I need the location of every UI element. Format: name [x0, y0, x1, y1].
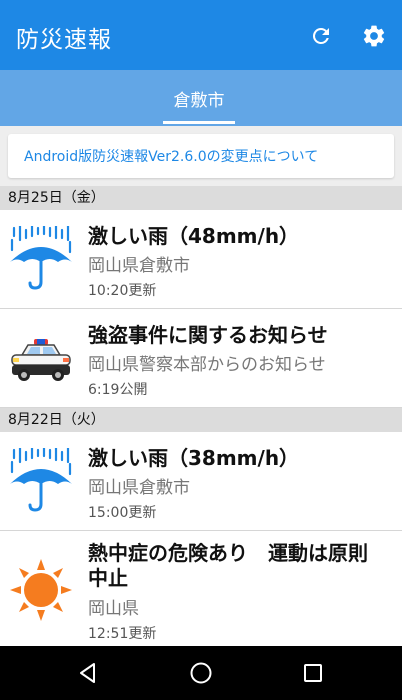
app-bar: 防災速報 — [0, 0, 402, 70]
alert-list: 8月25日（金） 激しい雨（48mm/h） 岡山県倉敷市 10:20更新 強盗事… — [0, 186, 402, 652]
home-icon — [190, 662, 212, 684]
alert-timestamp: 12:51更新 — [88, 626, 157, 642]
tab-bar: 倉敷市 — [0, 70, 402, 126]
back-button[interactable] — [73, 658, 103, 688]
alert-location: 岡山県倉敷市 — [88, 478, 190, 498]
app-title: 防災速報 — [16, 27, 112, 53]
alert-title: 激しい雨（48mm/h） — [88, 224, 300, 248]
refresh-icon — [312, 27, 329, 44]
gear-icon — [363, 25, 385, 47]
date-header: 8月25日（金） — [0, 186, 402, 210]
update-notice-card[interactable]: Android版防災速報Ver2.6.0の変更点について — [8, 134, 394, 178]
alert-item-heavy-rain[interactable]: 激しい雨（38mm/h） 岡山県倉敷市 15:00更新 — [0, 432, 402, 531]
alert-timestamp: 15:00更新 — [88, 505, 157, 521]
recents-button[interactable] — [298, 658, 328, 688]
alert-location: 岡山県 — [88, 599, 139, 619]
police-car-icon — [11, 339, 71, 381]
recents-icon — [304, 664, 322, 682]
alert-item-robbery[interactable]: 強盗事件に関するお知らせ 岡山県警察本部からのお知らせ 6:19公開 — [0, 309, 402, 408]
refresh-button[interactable] — [307, 22, 335, 50]
date-header: 8月22日（火） — [0, 408, 402, 432]
heavy-rain-umbrella-icon — [10, 226, 72, 290]
alert-timestamp: 6:19公開 — [88, 382, 148, 398]
heavy-rain-umbrella-icon — [10, 448, 72, 512]
alert-source: 岡山県警察本部からのお知らせ — [88, 355, 326, 375]
alert-title: 強盗事件に関するお知らせ — [88, 323, 328, 347]
settings-button[interactable] — [360, 22, 388, 50]
alert-timestamp: 10:20更新 — [88, 283, 157, 299]
tab-indicator — [163, 121, 235, 124]
system-nav-bar — [0, 646, 402, 700]
home-button[interactable] — [186, 658, 216, 688]
alert-title: 激しい雨（38mm/h） — [88, 446, 300, 470]
update-notice-link[interactable]: Android版防災速報Ver2.6.0の変更点について — [24, 146, 318, 166]
alert-item-heatstroke[interactable]: 熱中症の危険あり 運動は原則中止 岡山県 12:51更新 — [0, 531, 402, 652]
back-icon — [80, 663, 95, 683]
sun-icon — [10, 559, 72, 621]
alert-location: 岡山県倉敷市 — [88, 256, 190, 276]
alert-title: 熱中症の危険あり 運動は原則中止 — [88, 541, 368, 590]
alert-item-heavy-rain[interactable]: 激しい雨（48mm/h） 岡山県倉敷市 10:20更新 — [0, 210, 402, 309]
tab-kurashiki[interactable]: 倉敷市 — [163, 70, 235, 126]
